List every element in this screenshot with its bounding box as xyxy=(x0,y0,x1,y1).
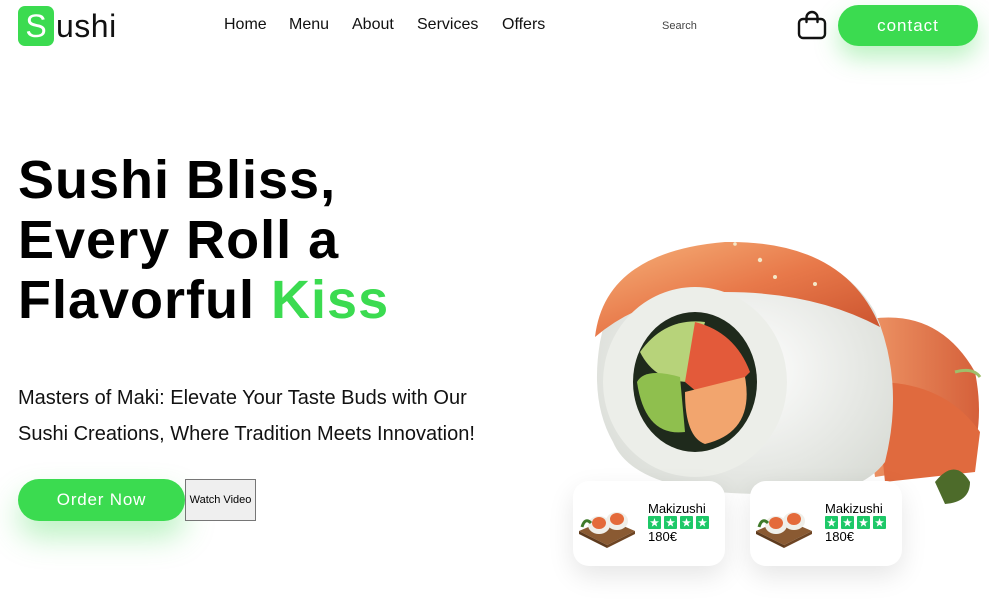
main-nav: Home Menu About Services Offers xyxy=(224,15,562,35)
star-icon xyxy=(857,516,870,529)
product-price: 180€ xyxy=(648,529,677,544)
nav-home[interactable]: Home xyxy=(224,15,289,35)
product-card[interactable]: Makizushi 180€ xyxy=(573,481,725,566)
product-name: Makizushi xyxy=(648,501,706,516)
hero-subtitle: Masters of Maki: Elevate Your Taste Buds… xyxy=(18,380,518,452)
product-name: Makizushi xyxy=(825,501,883,516)
nav-menu[interactable]: Menu xyxy=(289,15,352,35)
shopping-bag-icon[interactable] xyxy=(797,10,827,40)
product-card[interactable]: Makizushi 180€ xyxy=(750,481,902,566)
star-icon xyxy=(648,516,661,529)
hero-subtitle-line2: Sushi Creations, Where Tradition Meets I… xyxy=(18,423,475,445)
hero-title-accent: Kiss xyxy=(271,270,390,330)
nav-about[interactable]: About xyxy=(352,15,417,35)
logo-text: ushi xyxy=(56,8,117,44)
makizushi-thumbnail xyxy=(579,512,635,548)
hero-title-line2: Every Roll a xyxy=(18,210,340,270)
sushi-roll-image xyxy=(595,241,982,504)
watch-video-button[interactable]: Watch Video xyxy=(185,479,256,521)
star-icon xyxy=(841,516,854,529)
star-icon xyxy=(696,516,709,529)
logo-mark: S xyxy=(18,6,54,46)
star-icon xyxy=(664,516,677,529)
search-input[interactable] xyxy=(658,16,768,36)
hero-title-line1: Sushi Bliss, xyxy=(18,150,337,210)
nav-offers[interactable]: Offers xyxy=(502,15,562,35)
hero-subtitle-line1: Masters of Maki: Elevate Your Taste Buds… xyxy=(18,387,467,409)
product-price: 180€ xyxy=(825,529,854,544)
star-icon xyxy=(680,516,693,529)
nav-services[interactable]: Services xyxy=(417,15,502,35)
star-icon xyxy=(873,516,886,529)
makizushi-thumbnail xyxy=(756,512,812,548)
contact-button[interactable]: contact xyxy=(838,5,978,46)
order-now-button[interactable]: Order Now xyxy=(18,479,185,521)
star-icon xyxy=(825,516,838,529)
rating-stars xyxy=(648,516,709,529)
rating-stars xyxy=(825,516,886,529)
hero-title: Sushi Bliss, Every Roll a Flavorful Kiss xyxy=(18,150,389,330)
hero-title-line3: Flavorful xyxy=(18,270,256,330)
brand-logo[interactable]: S ushi xyxy=(18,6,117,46)
